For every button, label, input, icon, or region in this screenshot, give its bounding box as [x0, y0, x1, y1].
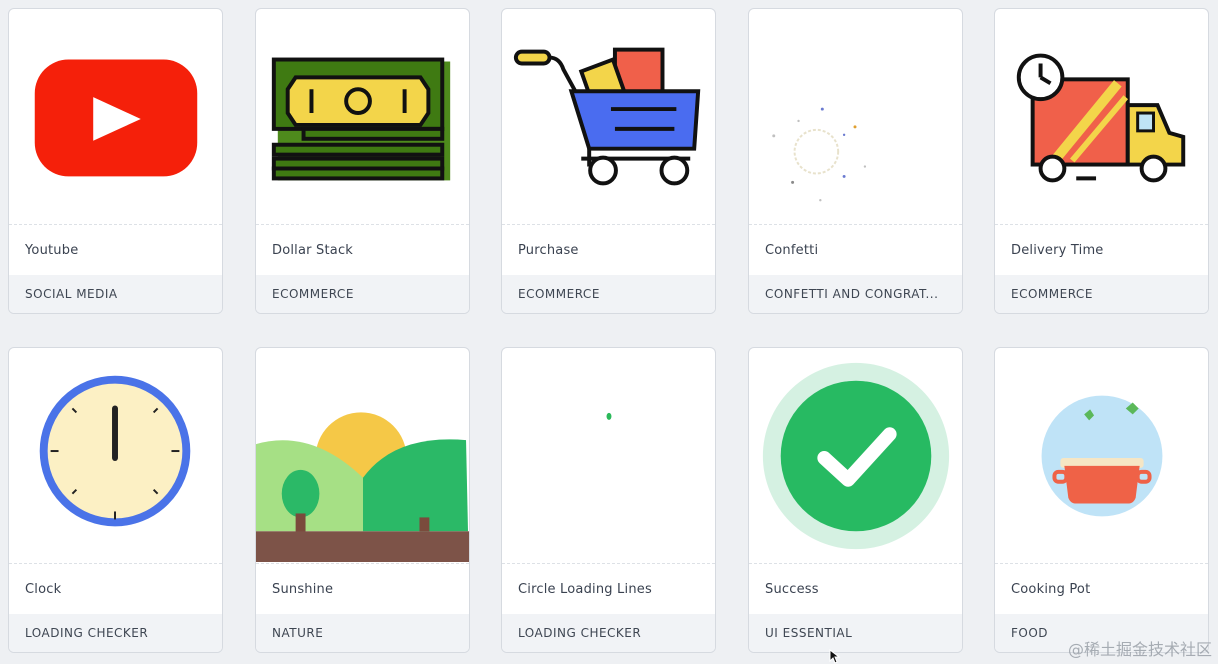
animation-card-youtube[interactable]: Youtube SOCIAL MEDIA: [8, 8, 223, 314]
card-footer: ECOMMERCE: [502, 275, 715, 313]
confetti-icon: [772, 107, 867, 202]
card-preview: [502, 9, 715, 224]
card-category[interactable]: LOADING CHECKER: [518, 626, 641, 640]
animation-card-dollar-stack[interactable]: Dollar Stack ECOMMERCE: [255, 8, 470, 314]
card-title: Purchase: [518, 243, 579, 258]
card-footer: SOCIAL MEDIA: [9, 275, 222, 313]
delivery-truck-icon: [1016, 53, 1186, 183]
animation-card-confetti[interactable]: Confetti CONFETTI AND CONGRAT...: [748, 8, 963, 314]
card-title: Youtube: [25, 243, 79, 258]
card-preview: [256, 348, 469, 563]
card-category[interactable]: LOADING CHECKER: [25, 626, 148, 640]
cooking-pot-icon: [1041, 395, 1163, 517]
animation-card-delivery-time[interactable]: Delivery Time ECOMMERCE: [994, 8, 1209, 314]
animation-card-purchase[interactable]: Purchase ECOMMERCE: [501, 8, 716, 314]
card-preview: [995, 348, 1208, 563]
card-title: Circle Loading Lines: [518, 582, 652, 597]
card-footer: LOADING CHECKER: [9, 614, 222, 652]
card-footer: NATURE: [256, 614, 469, 652]
card-title: Cooking Pot: [1011, 582, 1091, 597]
dollar-stack-icon: [271, 57, 451, 181]
animation-card-sunshine[interactable]: Sunshine NATURE: [255, 347, 470, 653]
mouse-cursor-icon: [829, 649, 841, 664]
card-category[interactable]: ECOMMERCE: [518, 287, 600, 301]
animation-card-cooking-pot[interactable]: Cooking Pot FOOD: [994, 347, 1209, 653]
card-title: Clock: [25, 582, 62, 597]
card-preview: [256, 9, 469, 224]
loading-dot-icon: [606, 412, 612, 420]
card-preview: [502, 348, 715, 563]
card-footer: ECOMMERCE: [995, 275, 1208, 313]
card-title: Delivery Time: [1011, 243, 1104, 258]
card-preview: [995, 9, 1208, 224]
card-category[interactable]: FOOD: [1011, 626, 1048, 640]
animation-card-success[interactable]: Success UI ESSENTIAL: [748, 347, 963, 653]
card-preview: [9, 9, 222, 224]
card-category[interactable]: CONFETTI AND CONGRAT...: [765, 287, 938, 301]
card-title: Sunshine: [272, 582, 334, 597]
card-preview: [749, 9, 962, 224]
card-preview: [9, 348, 222, 563]
success-check-icon: [762, 362, 950, 550]
card-footer: CONFETTI AND CONGRAT...: [749, 275, 962, 313]
card-title: Dollar Stack: [272, 243, 354, 258]
clock-icon: [39, 375, 191, 527]
card-title: Confetti: [765, 243, 819, 258]
card-preview: [749, 348, 962, 563]
youtube-icon: [34, 59, 198, 177]
sunshine-landscape-icon: [256, 412, 469, 562]
card-category[interactable]: NATURE: [272, 626, 323, 640]
shopping-cart-icon: [513, 47, 701, 186]
card-title: Success: [765, 582, 819, 597]
animation-card-circle-loading-lines[interactable]: Circle Loading Lines LOADING CHECKER: [501, 347, 716, 653]
card-category[interactable]: SOCIAL MEDIA: [25, 287, 118, 301]
card-category[interactable]: ECOMMERCE: [272, 287, 354, 301]
watermark: @稀土掘金技术社区: [1067, 640, 1212, 659]
animation-card-clock[interactable]: Clock LOADING CHECKER: [8, 347, 223, 653]
card-footer: ECOMMERCE: [256, 275, 469, 313]
card-footer: UI ESSENTIAL: [749, 614, 962, 652]
card-category[interactable]: UI ESSENTIAL: [765, 626, 852, 640]
card-footer: LOADING CHECKER: [502, 614, 715, 652]
card-category[interactable]: ECOMMERCE: [1011, 287, 1093, 301]
